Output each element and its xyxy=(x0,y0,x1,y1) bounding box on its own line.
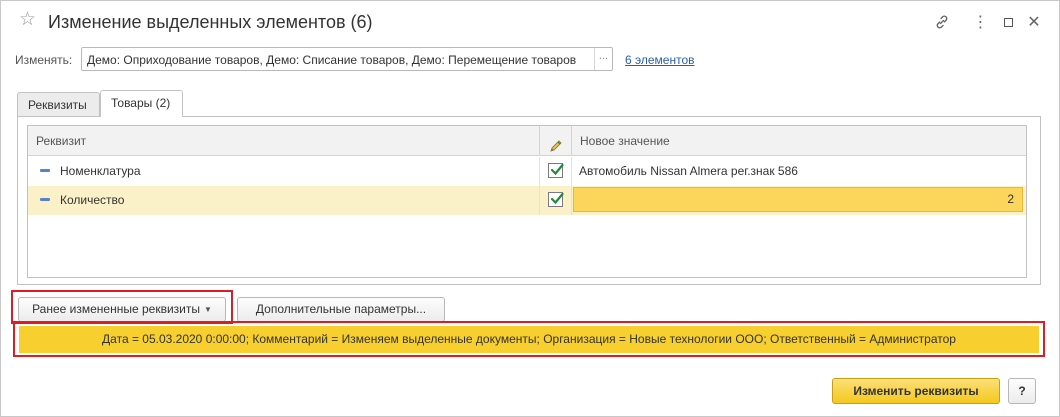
star-icon[interactable]: ☆ xyxy=(19,10,36,29)
page-title: Изменение выделенных элементов (6) xyxy=(48,12,373,32)
change-label: Изменять: xyxy=(15,53,73,67)
row-attribute-cell: Количество xyxy=(28,186,540,215)
choose-button[interactable]: ... xyxy=(594,48,612,70)
pencil-icon xyxy=(549,134,563,152)
row-new-value[interactable]: Автомобиль Nissan Almera рег.знак 586 xyxy=(572,157,1026,186)
collapse-dash-icon xyxy=(40,198,50,202)
elements-link[interactable]: 6 элементов xyxy=(625,53,695,67)
collapse-dash-icon xyxy=(40,169,50,173)
checkbox-icon[interactable] xyxy=(548,192,564,207)
column-header-new-value[interactable]: Новое значение xyxy=(572,126,1026,156)
column-header-flag[interactable] xyxy=(540,126,572,156)
row-attribute-name: Количество xyxy=(60,193,125,207)
previous-attributes-label: Ранее измененные реквизиты xyxy=(32,302,200,316)
previous-attributes-button[interactable]: Ранее измененные реквизиты ▼ xyxy=(18,297,226,322)
extra-parameters-button[interactable]: Дополнительные параметры... xyxy=(237,297,445,322)
change-objects-field[interactable]: Демо: Оприходование товаров, Демо: Списа… xyxy=(81,47,613,71)
maximize-icon[interactable] xyxy=(999,13,1017,31)
row-attribute-cell: Номенклатура xyxy=(28,157,540,186)
row-flag-cell xyxy=(540,157,572,186)
row-flag-cell xyxy=(540,186,572,215)
attributes-grid: Реквизит Новое значение Номенклатура Авт… xyxy=(27,125,1027,278)
column-header-attribute[interactable]: Реквизит xyxy=(28,126,540,156)
dialog-window: ☆ Изменение выделенных элементов (6) ⋮ ✕… xyxy=(0,0,1060,417)
changes-summary: Дата = 05.03.2020 0:00:00; Комментарий =… xyxy=(19,326,1039,353)
close-icon[interactable]: ✕ xyxy=(1025,13,1043,31)
tab-goods[interactable]: Товары (2) xyxy=(100,90,183,117)
apply-attributes-button[interactable]: Изменить реквизиты xyxy=(832,378,1000,404)
link-icon[interactable] xyxy=(933,13,951,31)
help-button[interactable]: ? xyxy=(1008,378,1036,404)
checkbox-icon[interactable] xyxy=(548,163,564,178)
title-bar: ☆ Изменение выделенных элементов (6) ⋮ ✕ xyxy=(1,1,1059,45)
table-row[interactable]: Номенклатура Автомобиль Nissan Almera ре… xyxy=(28,157,1026,186)
more-icon[interactable]: ⋮ xyxy=(971,13,989,31)
grid-header: Реквизит Новое значение xyxy=(28,126,1026,156)
quantity-input[interactable]: 2 xyxy=(573,187,1023,212)
tab-attributes[interactable]: Реквизиты xyxy=(17,92,100,116)
row-attribute-name: Номенклатура xyxy=(60,164,141,178)
change-objects-value: Демо: Оприходование товаров, Демо: Списа… xyxy=(87,53,577,67)
dropdown-arrow-icon: ▼ xyxy=(203,305,212,315)
